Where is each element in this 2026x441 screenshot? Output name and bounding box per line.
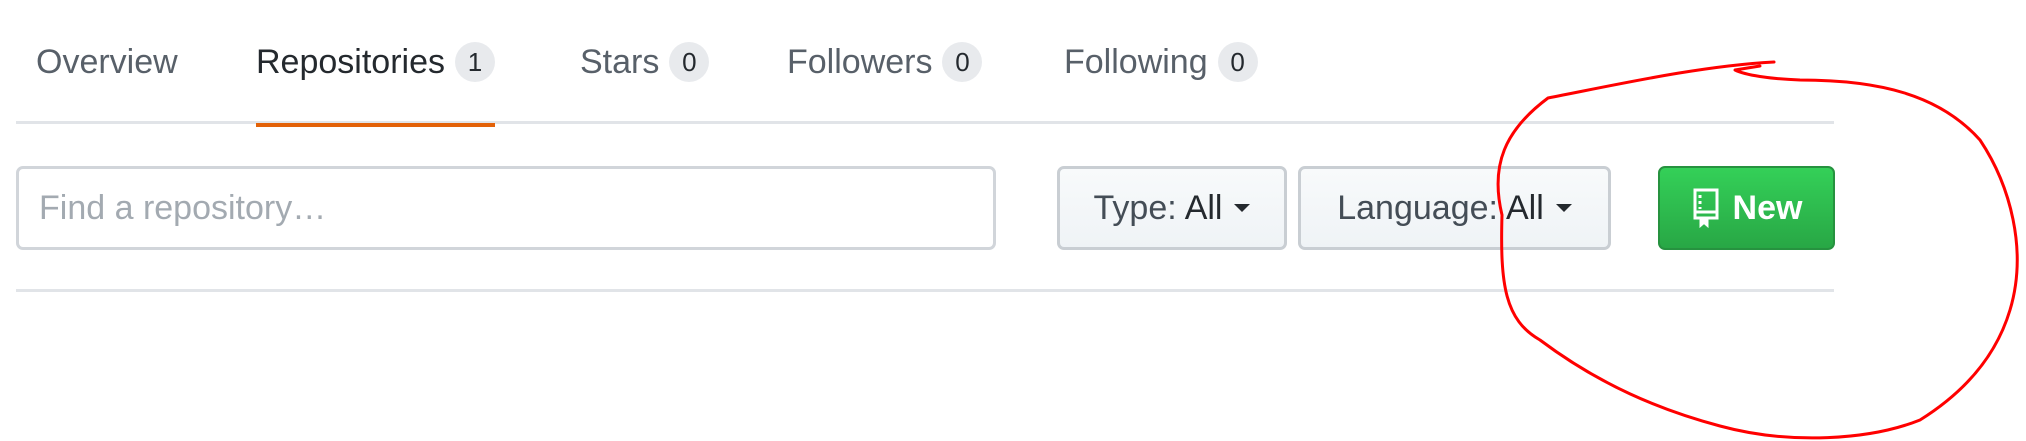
tab-label: Repositories (256, 42, 445, 81)
type-filter-prefix: Type: (1093, 188, 1177, 227)
tab-label: Following (1064, 42, 1208, 81)
tab-counter: 0 (669, 42, 710, 82)
tab-counter: 1 (454, 42, 495, 82)
caret-down-icon (1234, 204, 1251, 212)
language-filter-dropdown[interactable]: Language: All (1298, 166, 1611, 250)
tab-label: Followers (787, 42, 933, 81)
tab-label: Overview (36, 42, 178, 81)
new-repository-button[interactable]: New (1658, 166, 1835, 250)
language-filter-prefix: Language: (1337, 188, 1498, 227)
tab-following[interactable]: Following 0 (1064, 0, 1258, 124)
caret-down-icon (1555, 204, 1572, 212)
find-repository-input[interactable] (16, 166, 996, 250)
tab-repositories[interactable]: Repositories 1 (256, 0, 495, 127)
language-filter-value: All (1505, 188, 1544, 227)
tab-overview[interactable]: Overview (36, 0, 178, 124)
new-button-label: New (1732, 188, 1803, 227)
type-filter-value: All (1184, 188, 1223, 227)
tab-counter: 0 (942, 42, 983, 82)
repo-book-icon (1693, 188, 1719, 228)
tab-counter: 0 (1217, 42, 1258, 82)
tab-followers[interactable]: Followers 0 (787, 0, 983, 124)
repository-filter-bar: Type: All Language: All New (16, 124, 1835, 292)
tab-label: Stars (580, 42, 660, 81)
profile-tabs: Overview Repositories 1 Stars 0 Follower… (16, 0, 1834, 127)
tab-stars[interactable]: Stars 0 (580, 0, 710, 124)
type-filter-dropdown[interactable]: Type: All (1057, 166, 1287, 250)
